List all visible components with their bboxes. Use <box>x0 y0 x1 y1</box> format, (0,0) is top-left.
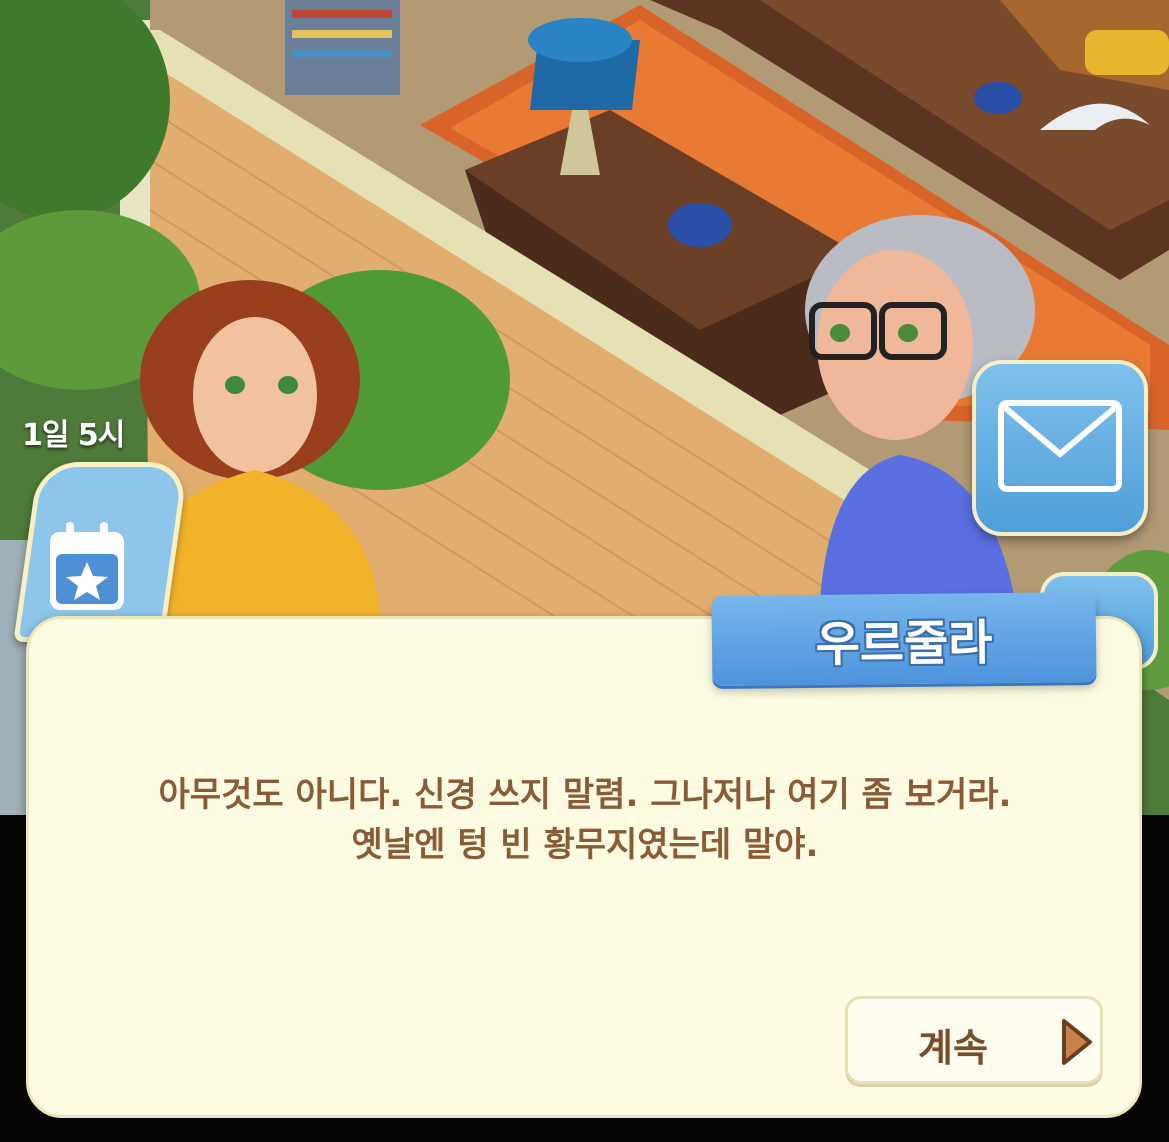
speaker-nameplate: 우르줄라 <box>711 591 1097 687</box>
speaker-name: 우르줄라 <box>815 615 993 673</box>
continue-label: 계속 <box>918 1026 988 1070</box>
continue-button[interactable]: 계속 <box>845 996 1103 1084</box>
dialog-line-2: 옛날엔 텅 빈 황무지였는데 말야. <box>351 825 819 865</box>
event-timer-label: 1일 5시 <box>22 418 125 453</box>
mail-button[interactable] <box>972 360 1148 536</box>
dialog-text: 아무것도 아니다. 신경 쓰지 말렴. 그나저나 여기 좀 보거라. 옛날엔 텅… <box>60 770 1110 870</box>
calendar-star-icon[interactable] <box>48 520 126 612</box>
envelope-icon <box>998 400 1122 492</box>
dialog-line-1: 아무것도 아니다. 신경 쓰지 말렴. 그나저나 여기 좀 보거라. <box>158 775 1012 815</box>
triangle-right-icon <box>1062 1019 1092 1065</box>
